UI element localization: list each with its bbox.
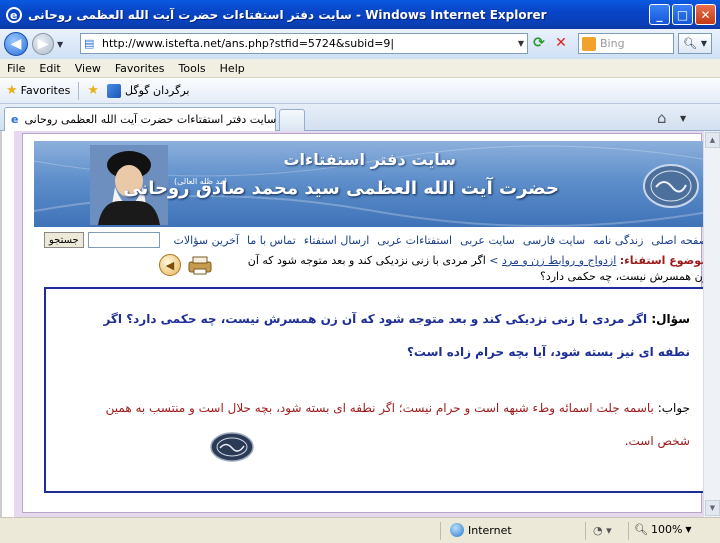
security-zone[interactable]: Internet — [450, 523, 512, 537]
ie-tab-icon: e — [11, 113, 19, 126]
site-title: سایت دفتر استفتاءات — [283, 150, 456, 169]
forward-button[interactable]: ▶ — [32, 33, 54, 55]
status-divider — [440, 522, 441, 540]
nav-latest-questions[interactable]: آخرین سؤالات — [174, 234, 239, 247]
site-search-form: جستجو — [44, 232, 160, 248]
person-name: حضرت آیت الله العظمی سید محمد صادق روحان… — [123, 178, 559, 199]
site-nav: صفحه اصلی زندگی نامه سایت فارسی سایت عرب… — [34, 231, 714, 249]
minimize-button[interactable]: _ — [649, 4, 670, 25]
nav-arabic-site[interactable]: سایت عربی — [460, 234, 515, 247]
address-row: ◀ ▶ ▼ ▤ http://www.istefta.net/ans.php?s… — [0, 29, 720, 59]
stop-button[interactable]: ✕ — [552, 35, 570, 53]
status-divider — [628, 522, 629, 540]
qa-box: سؤال: اگر مردی با زنی نزدیکی کند و بعد م… — [44, 287, 716, 493]
zoom-control[interactable]: 🔍︎ 100% ▼ — [634, 523, 692, 536]
favorite-link-translate[interactable]: برگردان گوگل — [107, 83, 190, 98]
menu-help[interactable]: Help — [213, 62, 252, 75]
answer: جواب: باسمه جلت اسمائه وطء شبهه است و حر… — [80, 392, 690, 458]
subject-category-link[interactable]: ازدواج و روابط زن و مرد — [502, 254, 616, 267]
nav-contact[interactable]: تماس با ما — [247, 234, 296, 247]
tab-label: سایت دفتر استفتاءات حضرت آیت الله العظمی… — [24, 113, 277, 126]
svg-text:e: e — [10, 9, 17, 22]
protected-mode-icon[interactable]: ◔ ▾ — [593, 524, 612, 537]
new-tab-button[interactable] — [279, 109, 305, 131]
zoom-dropdown-icon[interactable]: ▼ — [685, 525, 691, 534]
maximize-button[interactable]: □ — [672, 4, 693, 25]
menu-file[interactable]: File — [0, 62, 32, 75]
nav-send-istefta[interactable]: ارسال استفتاء — [304, 234, 369, 247]
search-go-button[interactable]: 🔍︎ ▼ — [678, 33, 712, 54]
star-icon: ★ — [6, 83, 18, 98]
status-bar: Internet ◔ ▾ 🔍︎ 100% ▼ — [0, 517, 720, 543]
print-icon[interactable] — [185, 254, 215, 276]
page-icon: ▤ — [84, 36, 95, 50]
search-options-icon[interactable]: ▼ — [701, 39, 707, 48]
address-url[interactable]: http://www.istefta.net/ans.php?stfid=572… — [102, 37, 394, 50]
answer-label: جواب: — [657, 401, 690, 415]
subject-label: موضوع استفتاء: — [619, 254, 708, 267]
address-dropdown-icon[interactable]: ▼ — [518, 39, 524, 48]
search-icon: 🔍︎ — [682, 37, 697, 50]
menu-tools[interactable]: Tools — [172, 62, 213, 75]
menu-favorites[interactable]: Favorites — [108, 62, 172, 75]
web-page: سایت دفتر استفتاءات (مد ظله العالی) حضرت… — [14, 131, 716, 517]
seal-emblem — [643, 164, 699, 208]
nav-persian-site[interactable]: سایت فارسی — [523, 234, 585, 247]
nav-biography[interactable]: زندگی نامه — [593, 234, 643, 247]
subject-actions: ◀ — [159, 254, 215, 276]
seal-stamp — [210, 432, 254, 462]
menu-view[interactable]: View — [68, 62, 108, 75]
menu-edit[interactable]: Edit — [32, 62, 67, 75]
answer-text: باسمه جلت اسمائه وطء شبهه است و حرام نیس… — [105, 401, 690, 448]
nav-arabic-istefta[interactable]: استفتاءات عربی — [377, 234, 452, 247]
window-title: سایت دفتر استفتاءات حضرت آیت الله العظمی… — [28, 7, 547, 22]
favorites-label: Favorites — [20, 84, 71, 97]
subject-text: اگر مردی با زنی نزدیکی کند و بعد متوجه ش… — [247, 254, 486, 267]
site-search-button[interactable]: جستجو — [44, 232, 84, 248]
menu-bar: File Edit View Favorites Tools Help — [0, 59, 720, 78]
close-button[interactable]: ✕ — [695, 4, 716, 25]
subject-bar: موضوع استفتاء: ازدواج و روابط زن و مرد >… — [34, 252, 714, 286]
add-favorite-icon[interactable]: ★ — [87, 83, 99, 98]
home-dropdown-icon[interactable]: ▼ — [680, 114, 686, 123]
globe-icon — [450, 523, 464, 537]
vertical-scrollbar[interactable]: ▲ ▼ — [703, 131, 720, 517]
tab-row: e سایت دفتر استفتاءات حضرت آیت الله العظ… — [0, 104, 720, 131]
subject-text-line2: زن همسرش نیست، چه حکمی دارد؟ — [540, 270, 708, 283]
back-button[interactable]: ◀ — [4, 32, 28, 56]
back-arrow-icon[interactable]: ◀ — [159, 254, 181, 276]
scroll-up-icon[interactable]: ▲ — [705, 132, 720, 148]
refresh-button[interactable]: ⟳ — [530, 35, 548, 53]
question-text: اگر مردی با زنی نزدیکی کند و بعد متوجه ش… — [103, 312, 690, 359]
subject-line: موضوع استفتاء: ازدواج و روابط زن و مرد >… — [248, 254, 708, 267]
recent-pages-dropdown[interactable]: ▼ — [57, 40, 63, 49]
window-controls: _ □ ✕ — [649, 4, 716, 25]
search-box[interactable]: Bing — [578, 33, 674, 54]
tab-active[interactable]: e سایت دفتر استفتاءات حضرت آیت الله العظ… — [4, 107, 276, 131]
title-bar: e سایت دفتر استفتاءات حضرت آیت الله العظ… — [0, 0, 720, 29]
bing-icon — [582, 36, 596, 51]
status-divider — [585, 522, 586, 540]
favorites-bar: ★ Favorites ★ برگردان گوگل — [0, 78, 720, 104]
favorite-link-label: برگردان گوگل — [125, 84, 190, 97]
content-viewport: سایت دفتر استفتاءات (مد ظله العالی) حضرت… — [0, 131, 720, 517]
scroll-down-icon[interactable]: ▼ — [705, 500, 720, 516]
home-icon[interactable]: ⌂ — [657, 109, 667, 127]
nav-home[interactable]: صفحه اصلی — [651, 234, 708, 247]
zoom-icon: 🔍︎ — [634, 523, 648, 536]
address-bar[interactable]: ▤ http://www.istefta.net/ans.php?stfid=5… — [80, 33, 528, 54]
divider — [78, 81, 80, 100]
ie-logo-icon: e — [5, 6, 23, 24]
favorites-button[interactable]: ★ Favorites — [6, 83, 70, 98]
question: سؤال: اگر مردی با زنی نزدیکی کند و بعد م… — [80, 303, 690, 369]
zone-label: Internet — [468, 523, 512, 537]
site-search-input[interactable] — [87, 232, 160, 248]
translate-icon — [107, 83, 122, 98]
zoom-level: 100% — [650, 523, 683, 536]
site-banner: سایت دفتر استفتاءات (مد ظله العالی) حضرت… — [34, 141, 714, 227]
search-placeholder: Bing — [600, 37, 625, 50]
subject-arrow: > — [489, 254, 499, 267]
question-label: سؤال: — [651, 312, 690, 326]
